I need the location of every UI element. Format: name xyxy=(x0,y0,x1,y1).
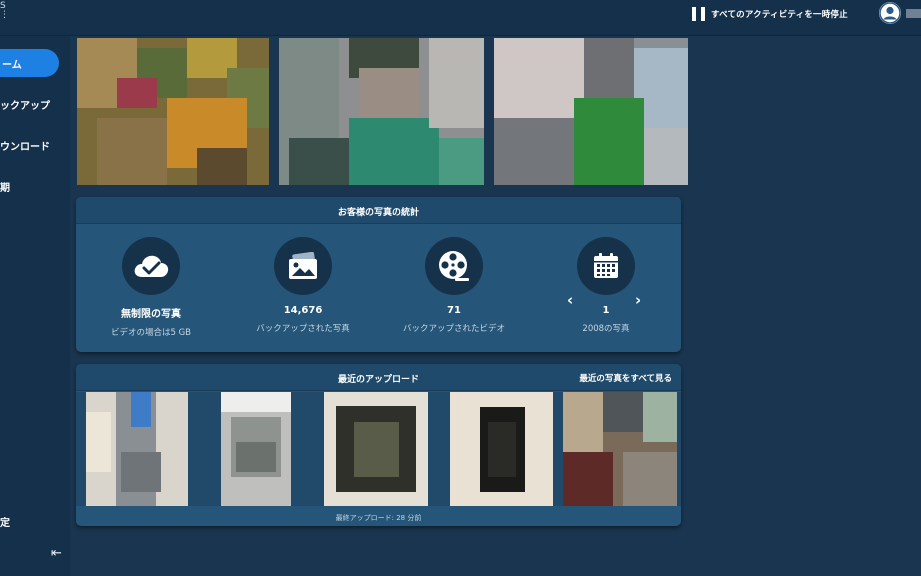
photo-thumbnail xyxy=(324,392,428,506)
top-bar: S ⋮ すべてのアクティビティを一時停止 xyxy=(0,0,921,36)
sidebar-item-label: ウンロード xyxy=(0,141,50,153)
sidebar: ーム ックアップ ウンロード 期 定 ⇤ xyxy=(0,36,70,576)
stat-label: 2008の写真 xyxy=(582,324,630,334)
user-avatar[interactable] xyxy=(879,2,901,24)
photo-thumbnail xyxy=(494,38,688,185)
recent-photo[interactable] xyxy=(221,392,291,506)
photo-thumbnail xyxy=(450,392,553,506)
account-menu-button[interactable] xyxy=(906,9,921,18)
recent-photo[interactable] xyxy=(450,392,553,506)
photo-stats-card: お客様の写真の統計 無制限の写真 ビデオの場合は5 GB 14,676 バックア… xyxy=(76,197,681,352)
stat-value: 71 xyxy=(447,305,461,316)
pause-all-activity-button[interactable]: すべてのアクティビティを一時停止 xyxy=(692,6,848,22)
calendar-icon xyxy=(577,237,635,295)
stat-label: バックアップされた写真 xyxy=(256,324,350,334)
sidebar-item-sync[interactable]: 期 xyxy=(0,172,10,200)
user-icon xyxy=(879,2,901,24)
photo-tile[interactable] xyxy=(494,38,688,185)
recent-photo[interactable] xyxy=(563,392,677,506)
photo-thumbnail xyxy=(279,38,484,185)
stat-unlimited-photos: 無制限の写真 ビデオの場合は5 GB xyxy=(76,237,226,338)
photo-thumbnail xyxy=(77,38,269,185)
stat-photos-by-year: 1 2008の写真 xyxy=(531,237,681,334)
app-logo-fragment: S ⋮ xyxy=(0,1,9,20)
stat-value: 14,676 xyxy=(283,305,323,316)
pause-icon xyxy=(692,7,705,21)
sidebar-item-download[interactable]: ウンロード xyxy=(0,131,50,159)
sidebar-item-settings[interactable]: 定 xyxy=(0,507,10,535)
sidebar-item-backup[interactable]: ックアップ xyxy=(0,90,50,118)
recent-uploads-strip xyxy=(76,392,681,506)
stats-card-title: お客様の写真の統計 xyxy=(337,208,419,218)
sidebar-item-label: ーム xyxy=(2,59,22,71)
cloud-check-icon xyxy=(122,237,180,295)
sidebar-item-label: 期 xyxy=(0,182,10,194)
pause-all-activity-label: すべてのアクティビティを一時停止 xyxy=(711,10,848,20)
photo-tile[interactable] xyxy=(279,38,484,185)
sidebar-item-label: ックアップ xyxy=(0,100,50,112)
previous-year-chevron-icon[interactable]: ‹ xyxy=(567,291,573,309)
recent-photo[interactable] xyxy=(324,392,428,506)
stat-backed-up-videos: 71 バックアップされたビデオ xyxy=(379,237,529,334)
recent-uploads-header: 最近のアップロード 最近の写真をすべて見る xyxy=(76,364,681,391)
photo-thumbnail xyxy=(86,392,188,506)
last-upload-time: 最終アップロード: 28 分前 xyxy=(335,514,422,522)
photo-stack-icon xyxy=(274,237,332,295)
next-year-chevron-icon[interactable]: › xyxy=(635,291,641,309)
sidebar-item-home[interactable]: ーム xyxy=(0,49,59,77)
app-window: S ⋮ すべてのアクティビティを一時停止 ーム ックアップ ウンロード 期 定 … xyxy=(0,0,921,576)
collapse-sidebar-icon[interactable]: ⇤ xyxy=(51,546,62,561)
photo-strip xyxy=(77,38,688,185)
photo-thumbnail xyxy=(563,392,677,506)
sidebar-item-label: 定 xyxy=(0,517,10,529)
stat-value: 1 xyxy=(602,305,610,316)
recent-photo[interactable] xyxy=(86,392,188,506)
stat-label: ビデオの場合は5 GB xyxy=(110,328,192,338)
stat-backed-up-photos: 14,676 バックアップされた写真 xyxy=(228,237,378,334)
photo-thumbnail xyxy=(221,392,291,506)
see-all-recent-link[interactable]: 最近の写真をすべて見る xyxy=(579,372,672,384)
stat-label: バックアップされたビデオ xyxy=(402,324,505,334)
film-reel-icon xyxy=(425,237,483,295)
recent-uploads-card: 最近のアップロード 最近の写真をすべて見る 最終アップロード: 28 分前 xyxy=(76,364,681,526)
stat-value: 無制限の写真 xyxy=(121,309,181,320)
photo-tile[interactable] xyxy=(77,38,269,185)
stats-card-header: お客様の写真の統計 xyxy=(76,197,681,224)
